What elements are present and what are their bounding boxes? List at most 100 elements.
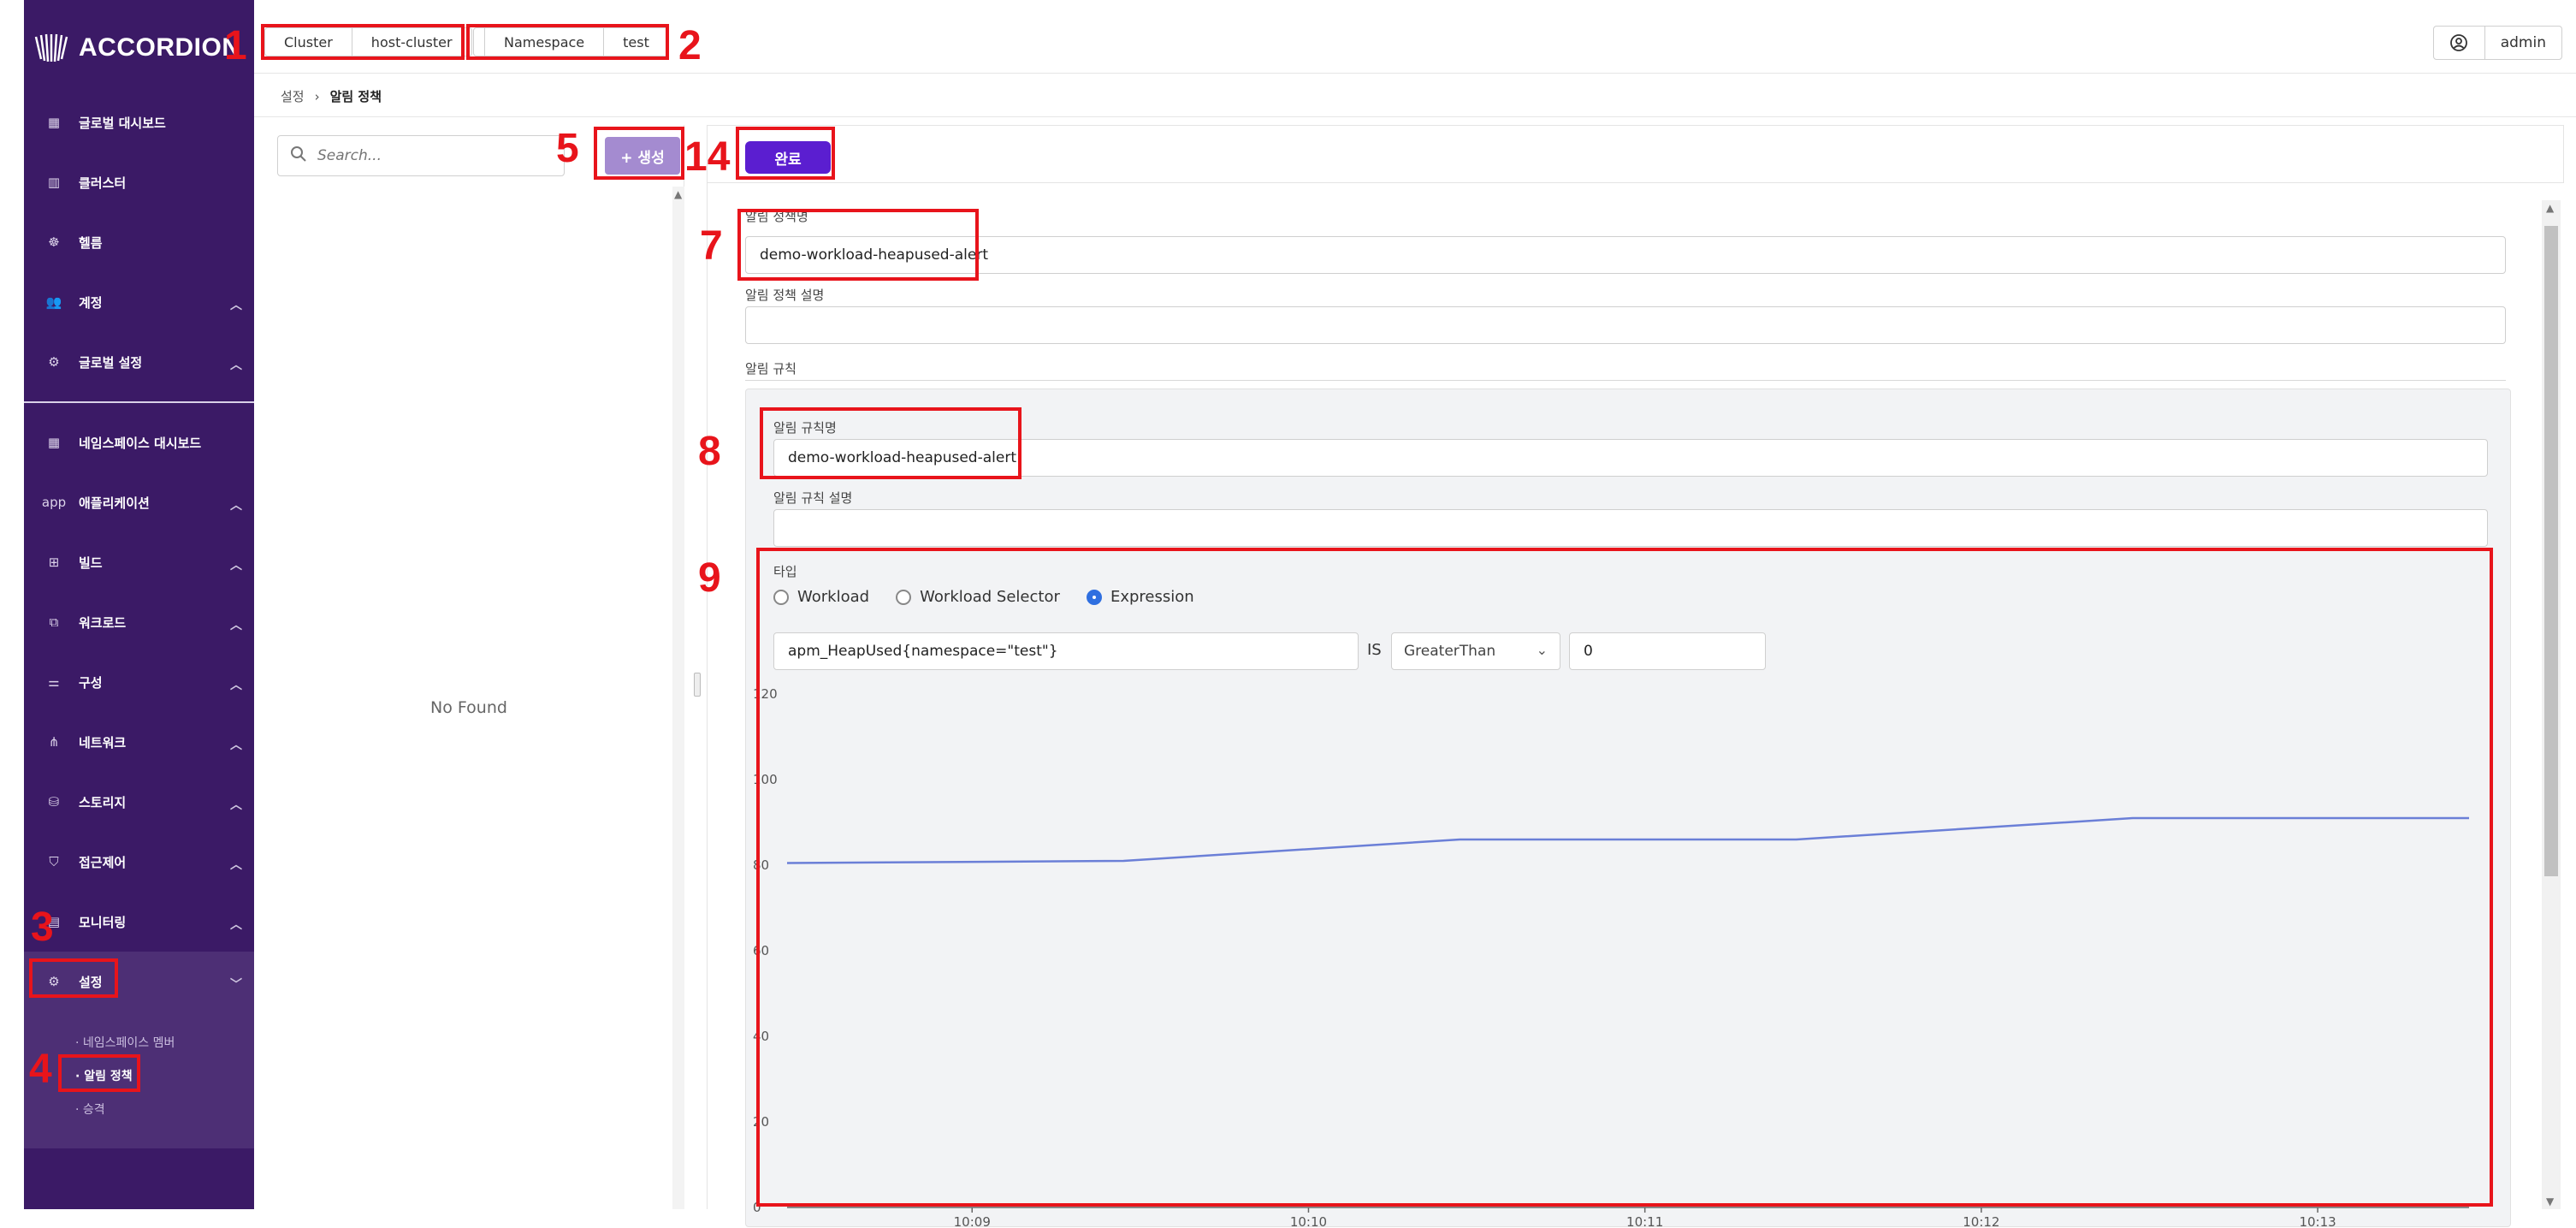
search-input[interactable] bbox=[317, 147, 540, 164]
sidebar-item-cluster[interactable]: ▥ 클러스터 bbox=[24, 152, 254, 212]
sidebar-item-label: 스토리지 bbox=[79, 793, 126, 811]
empty-state-text: No Found bbox=[265, 698, 672, 717]
sidebar-item-label: 접근제어 bbox=[79, 853, 126, 871]
submenu-namespace-member[interactable]: · 네임스페이스 멤버 bbox=[75, 1034, 175, 1051]
nav-divider bbox=[24, 401, 254, 403]
sidebar-item-label: 글로벌 설정 bbox=[79, 353, 142, 371]
sidebar: ACCORDION ▦ 글로벌 대시보드 ▥ 클러스터 ☸ 헬름 👥 계정 ︿ … bbox=[24, 0, 254, 1209]
sidebar-item-label: 모니터링 bbox=[79, 913, 126, 931]
chevron-up-icon: ︿ bbox=[230, 916, 242, 933]
sidebar-item-global-settings[interactable]: ⚙ 글로벌 설정 ︿ bbox=[24, 332, 254, 392]
policy-name-input[interactable]: demo-workload-heapused-alert bbox=[745, 236, 2506, 274]
breadcrumb: 설정 › 알림 정책 bbox=[281, 87, 382, 105]
form-scrollbar[interactable]: ▲ ▼ bbox=[2542, 200, 2561, 1209]
sidebar-item-helm[interactable]: ☸ 헬름 bbox=[24, 212, 254, 272]
build-icon: ⊞ bbox=[41, 550, 67, 574]
breadcrumb-separator: › bbox=[315, 89, 320, 104]
storage-icon: ⛁ bbox=[41, 790, 67, 814]
panel-resize-handle[interactable] bbox=[694, 673, 701, 697]
annotation-box-3 bbox=[29, 958, 118, 998]
sidebar-item-monitoring[interactable]: ▤ 모니터링 ︿ bbox=[24, 892, 254, 952]
app-icon: app bbox=[41, 490, 67, 514]
chevron-up-icon: ︿ bbox=[230, 356, 242, 373]
namespace-nav: ▦ 네임스페이스 대시보드 app 애플리케이션 ︿ ⊞ 빌드 ︿ ⧉ 워크로드… bbox=[24, 412, 254, 1011]
divider bbox=[745, 380, 2506, 381]
rule-description-input[interactable] bbox=[773, 509, 2488, 547]
sidebar-item-account[interactable]: 👥 계정 ︿ bbox=[24, 272, 254, 332]
list-scrollbar[interactable]: ▲ bbox=[672, 187, 684, 1209]
search-box[interactable] bbox=[277, 135, 565, 176]
brand-logo[interactable]: ACCORDION bbox=[33, 27, 241, 68]
sidebar-item-storage[interactable]: ⛁ 스토리지 ︿ bbox=[24, 772, 254, 832]
annotation-number-7: 7 bbox=[700, 222, 723, 270]
columns-icon: ▥ bbox=[41, 170, 67, 194]
workload-icon: ⧉ bbox=[41, 610, 67, 634]
chevron-up-icon: ︿ bbox=[230, 856, 242, 873]
annotation-box-4 bbox=[58, 1054, 140, 1092]
policy-description-label: 알림 정책 설명 bbox=[745, 286, 824, 304]
sidebar-item-label: 클러스터 bbox=[79, 174, 126, 192]
policy-list-panel: + 생성 No Found ▲ bbox=[265, 125, 684, 1209]
chevron-up-icon: ︿ bbox=[230, 616, 242, 633]
sidebar-item-label: 계정 bbox=[79, 294, 103, 311]
sidebar-item-label: 워크로드 bbox=[79, 614, 126, 632]
annotation-box-7 bbox=[737, 209, 979, 281]
grid-icon: ▦ bbox=[41, 110, 67, 134]
alert-rules-label: 알림 규칙 bbox=[745, 359, 796, 377]
scrollbar-thumb[interactable] bbox=[2544, 226, 2558, 876]
sidebar-item-configuration[interactable]: ⚌ 구성 ︿ bbox=[24, 652, 254, 712]
sidebar-item-workload[interactable]: ⧉ 워크로드 ︿ bbox=[24, 592, 254, 652]
chevron-up-icon: ︿ bbox=[230, 796, 242, 813]
sidebar-item-access-control[interactable]: ⛉ 접근제어 ︿ bbox=[24, 832, 254, 892]
sidebar-item-namespace-dashboard[interactable]: ▦ 네임스페이스 대시보드 bbox=[24, 412, 254, 472]
gear-icon: ⚙ bbox=[41, 350, 67, 374]
sidebar-item-label: 헬름 bbox=[79, 234, 103, 252]
user-menu[interactable]: admin bbox=[2433, 26, 2562, 60]
network-icon: ⋔ bbox=[41, 730, 67, 754]
brand-name: ACCORDION bbox=[79, 33, 241, 62]
grid-icon: ▦ bbox=[41, 430, 67, 454]
annotation-number-1: 1 bbox=[224, 22, 247, 69]
username: admin bbox=[2485, 34, 2561, 51]
search-icon bbox=[290, 145, 307, 166]
sidebar-item-label: 네트워크 bbox=[79, 733, 126, 751]
chevron-up-icon: ︿ bbox=[230, 676, 242, 693]
chevron-up-icon: ︿ bbox=[230, 496, 242, 513]
breadcrumb-parent[interactable]: 설정 bbox=[281, 87, 305, 105]
sidebar-item-label: 빌드 bbox=[79, 554, 103, 572]
policy-description-input[interactable] bbox=[745, 306, 2506, 344]
annotation-number-2: 2 bbox=[678, 22, 702, 69]
sidebar-item-network[interactable]: ⋔ 네트워크 ︿ bbox=[24, 712, 254, 772]
annotation-number-8: 8 bbox=[698, 428, 721, 475]
sidebar-item-build[interactable]: ⊞ 빌드 ︿ bbox=[24, 532, 254, 592]
sidebar-item-global-dashboard[interactable]: ▦ 글로벌 대시보드 bbox=[24, 92, 254, 152]
annotation-box-14 bbox=[736, 127, 835, 180]
x-tick-label: 10:11 bbox=[1626, 1214, 1663, 1228]
annotation-number-9: 9 bbox=[698, 555, 721, 602]
users-icon: 👥 bbox=[41, 290, 67, 314]
annotation-box-2 bbox=[466, 24, 669, 60]
scroll-down-icon[interactable]: ▼ bbox=[2546, 1195, 2554, 1207]
sidebar-item-label: 글로벌 대시보드 bbox=[79, 114, 166, 132]
sidebar-item-application[interactable]: app 애플리케이션 ︿ bbox=[24, 472, 254, 532]
chevron-up-icon: ︿ bbox=[230, 296, 242, 313]
helm-icon: ☸ bbox=[41, 230, 67, 254]
scroll-up-icon[interactable]: ▲ bbox=[2546, 202, 2554, 214]
sidebar-item-label: 애플리케이션 bbox=[79, 494, 150, 512]
chevron-up-icon: ︿ bbox=[230, 556, 242, 573]
user-circle-icon bbox=[2434, 27, 2485, 59]
shield-icon: ⛉ bbox=[41, 850, 67, 874]
annotation-box-5 bbox=[594, 127, 684, 180]
annotation-number-4: 4 bbox=[29, 1046, 52, 1093]
chevron-up-icon: ︿ bbox=[230, 736, 242, 753]
submenu-promotion[interactable]: · 승격 bbox=[75, 1100, 105, 1118]
rule-name-input[interactable]: demo-workload-heapused-alert bbox=[773, 439, 2488, 477]
annotation-box-9 bbox=[756, 548, 2493, 1207]
accordion-logo-icon bbox=[33, 32, 72, 64]
annotation-box-1 bbox=[261, 24, 465, 60]
breadcrumb-current: 알림 정책 bbox=[330, 87, 382, 105]
sliders-icon: ⚌ bbox=[41, 670, 67, 694]
sidebar-item-label: 구성 bbox=[79, 673, 103, 691]
annotation-box-8 bbox=[760, 407, 1022, 479]
scroll-up-icon[interactable]: ▲ bbox=[674, 188, 682, 200]
